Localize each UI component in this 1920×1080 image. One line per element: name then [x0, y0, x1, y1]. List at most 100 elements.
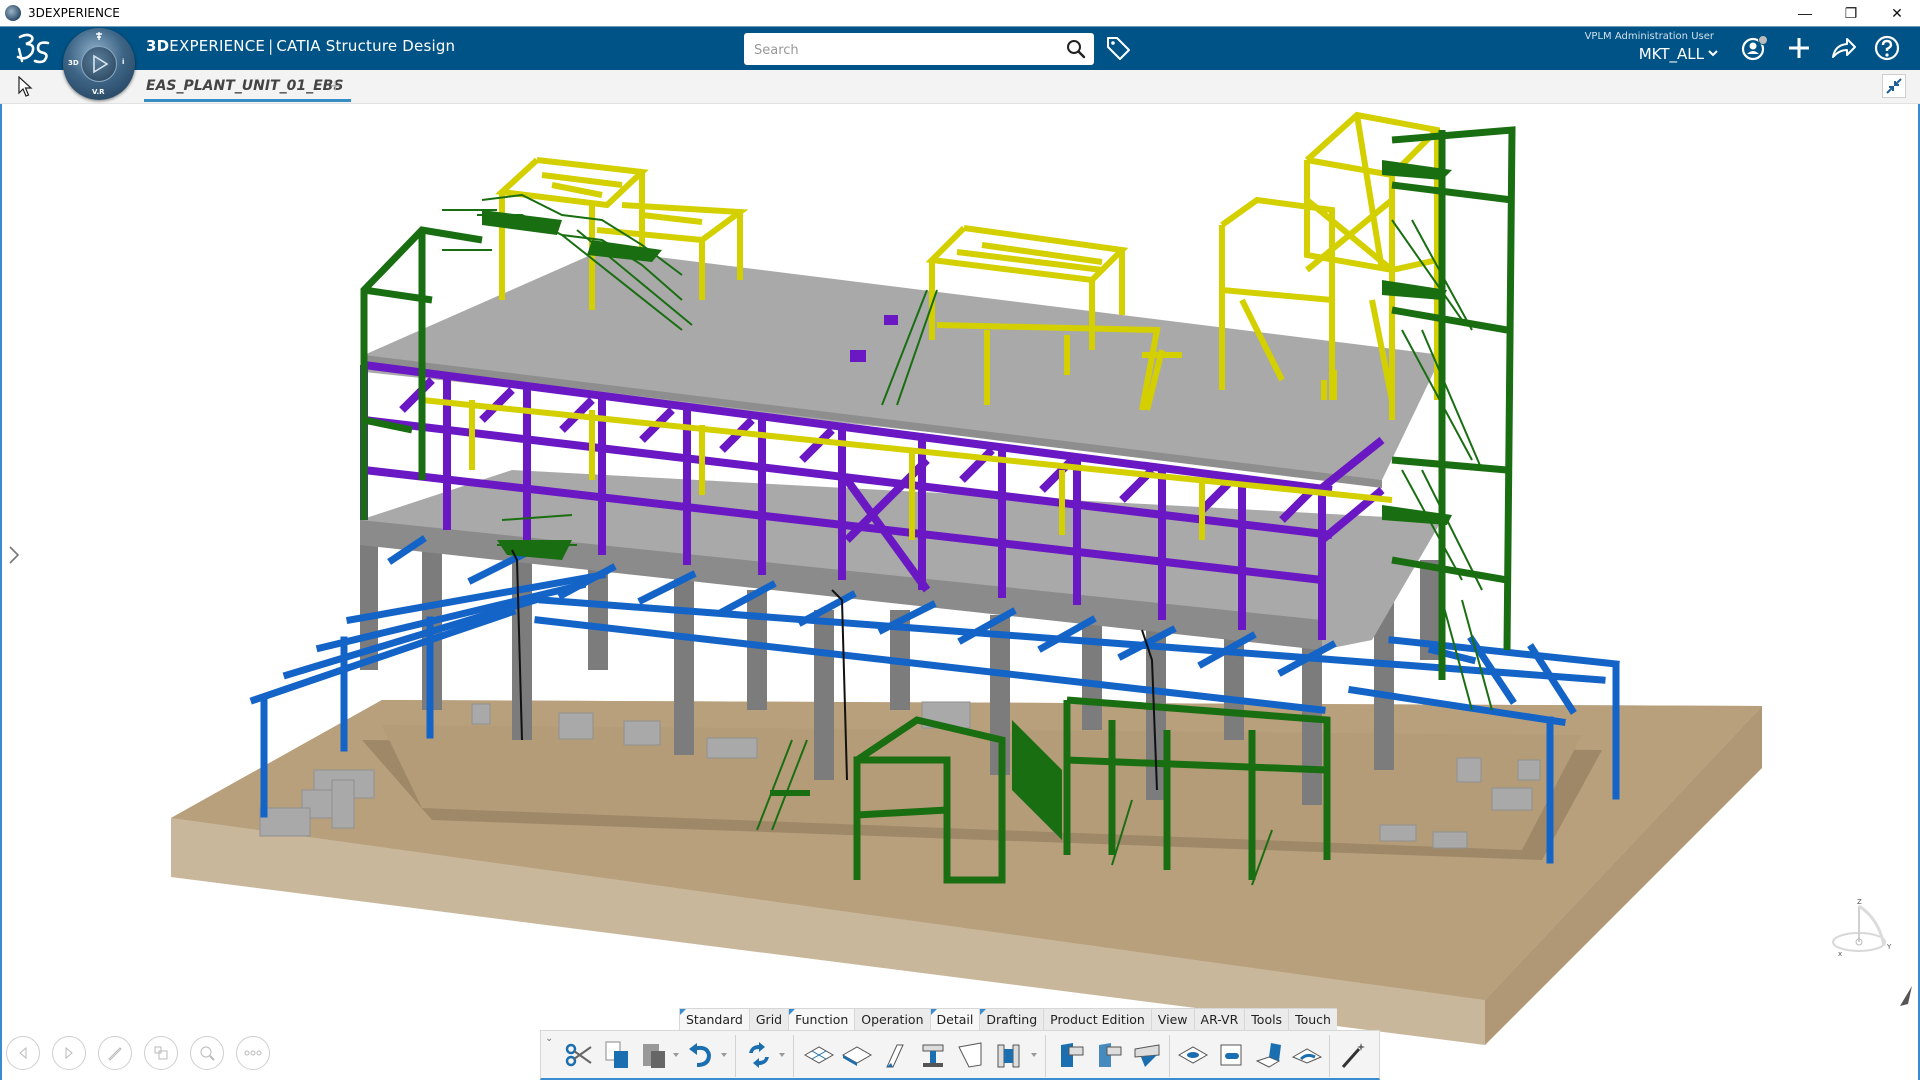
- paste-icon[interactable]: [639, 1039, 671, 1071]
- back-arrow-icon: [19, 1046, 27, 1060]
- edge-cut-icon[interactable]: [1291, 1039, 1323, 1071]
- top-bar: 3DEXPERIENCE|CATIA Structure Design VPLM…: [0, 26, 1920, 70]
- action-tab-product-edition[interactable]: Product Edition: [1043, 1008, 1151, 1030]
- axis-orientation-icon[interactable]: Z Y x: [1824, 894, 1894, 964]
- collapse-arrows-icon: [1886, 78, 1902, 94]
- plant-3d-model[interactable]: [2, 104, 1918, 1080]
- compass-vr-label[interactable]: V.R: [92, 88, 105, 96]
- compass-social-icon[interactable]: [94, 31, 104, 41]
- tab-eas-plant-unit[interactable]: EAS_PLANT_UNIT_01_EBS: [144, 76, 352, 102]
- brand-bold: 3D: [146, 37, 170, 55]
- search-box: [744, 33, 1094, 65]
- action-tab-operation[interactable]: Operation: [854, 1008, 930, 1030]
- more-dots-icon: [244, 1050, 262, 1056]
- update-icon[interactable]: [743, 1039, 775, 1071]
- action-tab-touch[interactable]: Touch: [1288, 1008, 1337, 1030]
- flange-icon[interactable]: [1215, 1039, 1247, 1071]
- minimize-button[interactable]: —: [1782, 0, 1828, 26]
- next-button[interactable]: [52, 1036, 86, 1070]
- collab-space-selector[interactable]: MKT_ALL: [1639, 45, 1704, 63]
- action-tab-view[interactable]: View: [1150, 1008, 1194, 1030]
- robot-handle-icon[interactable]: [1898, 984, 1914, 1010]
- end-plate-icon[interactable]: [955, 1039, 987, 1071]
- axis-x-label: x: [1838, 950, 1842, 958]
- action-bar-collapse-icon[interactable]: ⌄: [545, 1033, 553, 1044]
- windows-icon: [154, 1046, 168, 1060]
- copy-icon[interactable]: [601, 1039, 633, 1071]
- sketch-button[interactable]: [98, 1036, 132, 1070]
- separator: [793, 1035, 794, 1077]
- search-input[interactable]: [752, 37, 1056, 63]
- minimize-panel-button[interactable]: [1882, 74, 1906, 98]
- brand-separator: |: [268, 37, 274, 55]
- bracket-icon[interactable]: [1253, 1039, 1285, 1071]
- action-tab-drafting[interactable]: Drafting: [979, 1008, 1044, 1030]
- add-tab-button[interactable]: +: [330, 76, 341, 96]
- minimize-icon: —: [1798, 5, 1812, 21]
- 3d-viewport[interactable]: Z Y x: [0, 104, 1920, 1080]
- action-tab-grid[interactable]: Grid: [748, 1008, 789, 1030]
- previous-button[interactable]: [6, 1036, 40, 1070]
- window-title: 3DEXPERIENCE: [28, 6, 120, 20]
- compass-i-label[interactable]: i: [122, 58, 124, 66]
- select-pointer-icon[interactable]: [17, 76, 35, 98]
- action-bar-tabs: Standard Grid Function Operation Detail Draft…: [679, 1008, 1337, 1030]
- app-name: CATIA Structure Design: [276, 37, 456, 55]
- paste-dropdown-icon[interactable]: [673, 1053, 679, 1057]
- pen-icon: [108, 1047, 122, 1061]
- action-tab-detail[interactable]: Detail: [929, 1008, 980, 1030]
- add-icon[interactable]: [1784, 33, 1814, 63]
- cut-icon[interactable]: [563, 1039, 595, 1071]
- panel-expand-chevron-icon[interactable]: [7, 544, 21, 566]
- action-tab-standard[interactable]: Standard: [679, 1008, 749, 1030]
- undo-dropdown-icon[interactable]: [721, 1053, 727, 1057]
- search-icon[interactable]: [1066, 39, 1086, 59]
- stiffener-dropdown-icon[interactable]: [1031, 1053, 1037, 1057]
- restore-button[interactable]: ❐: [1828, 0, 1874, 26]
- beam-icon[interactable]: [917, 1039, 949, 1071]
- action-tab-tools[interactable]: Tools: [1244, 1008, 1289, 1030]
- help-icon[interactable]: [1872, 33, 1902, 63]
- app-brand: 3DEXPERIENCE | CATIA Structure Design: [146, 37, 455, 55]
- corner-cut-icon[interactable]: [1093, 1039, 1125, 1071]
- stiffener-icon[interactable]: [993, 1039, 1025, 1071]
- more-button[interactable]: [236, 1036, 270, 1070]
- action-bar: ⌄: [540, 1030, 1380, 1080]
- purple-fixture: [884, 315, 898, 325]
- separator: [735, 1035, 736, 1077]
- app-window: 3DEXPERIENCE — ❐ ✕ 3DEXPERIENCE | CATIA St…: [0, 0, 1920, 1080]
- tab-bar: EAS_PLANT_UNIT_01_EBS +: [0, 70, 1920, 104]
- grid-plate-icon[interactable]: [803, 1039, 835, 1071]
- views-button[interactable]: [144, 1036, 178, 1070]
- share-icon[interactable]: [1828, 33, 1858, 63]
- close-icon: ✕: [1891, 4, 1903, 21]
- slot-icon[interactable]: [1131, 1039, 1163, 1071]
- active-tab-indicator: [144, 99, 352, 102]
- compass-widget[interactable]: 3D i V.R: [63, 28, 135, 100]
- restore-icon: ❐: [1844, 4, 1858, 21]
- navigation-buttons: [6, 1036, 270, 1070]
- chevron-down-icon[interactable]: [1707, 47, 1719, 59]
- plate-icon[interactable]: [841, 1039, 873, 1071]
- action-tab-function[interactable]: Function: [788, 1008, 855, 1030]
- update-dropdown-icon[interactable]: [779, 1053, 785, 1057]
- smart-tool-wand-icon[interactable]: [1337, 1039, 1369, 1071]
- action-tab-ar-vr[interactable]: AR-VR: [1193, 1008, 1245, 1030]
- user-profile-icon[interactable]: [1740, 33, 1770, 63]
- opening-icon[interactable]: [1177, 1039, 1209, 1071]
- close-button[interactable]: ✕: [1874, 0, 1920, 26]
- 3ds-logo-icon[interactable]: [14, 31, 52, 65]
- search-nav-button[interactable]: [190, 1036, 224, 1070]
- separator: [1329, 1035, 1330, 1077]
- tab-label: EAS_PLANT_UNIT_01_EBS: [146, 78, 344, 94]
- play-button[interactable]: [81, 46, 117, 82]
- magnifier-icon: [200, 1046, 215, 1061]
- separator: [1045, 1035, 1046, 1077]
- compass-3d-label[interactable]: 3D: [68, 59, 79, 67]
- cutback-icon[interactable]: [1055, 1039, 1087, 1071]
- purple-fixture: [850, 350, 866, 362]
- member-icon[interactable]: [879, 1039, 911, 1071]
- separator: [1169, 1035, 1170, 1077]
- tag-icon[interactable]: [1104, 34, 1132, 62]
- undo-icon[interactable]: [685, 1039, 717, 1071]
